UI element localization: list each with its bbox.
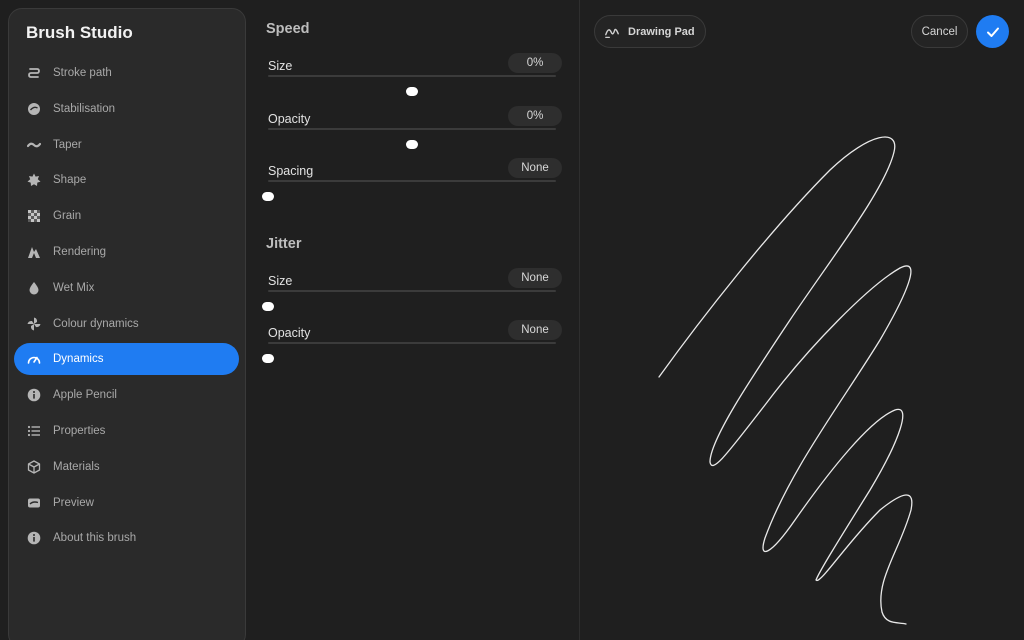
sidebar-item-label: Colour dynamics: [53, 317, 139, 330]
cancel-button[interactable]: Cancel: [911, 15, 968, 48]
sidebar-item-label: Wet Mix: [53, 281, 95, 294]
jitter-size-value[interactable]: None: [508, 268, 562, 288]
sidebar-item-wet-mix[interactable]: Wet Mix: [14, 272, 239, 304]
jitter-size-label: Size: [268, 274, 293, 288]
section-title-speed: Speed: [266, 21, 310, 37]
jitter-opacity-slider-thumb[interactable]: [262, 354, 274, 363]
sidebar: Brush Studio Stroke path Stabilisation T…: [8, 8, 246, 640]
jitter-opacity-slider[interactable]: [262, 342, 556, 363]
sidebar-item-label: Dynamics: [53, 353, 104, 366]
sidebar-item-label: Stabilisation: [53, 102, 116, 115]
stroke-path-icon: [26, 65, 42, 81]
colour-dynamics-icon: [26, 316, 42, 332]
speed-spacing-value[interactable]: None: [508, 158, 562, 178]
jitter-opacity-value[interactable]: None: [508, 320, 562, 340]
drawing-pad-label: Drawing Pad: [628, 25, 695, 38]
sidebar-item-preview[interactable]: Preview: [14, 487, 239, 519]
speed-spacing-slider-thumb[interactable]: [262, 192, 274, 201]
drawing-pad-button[interactable]: Drawing Pad: [594, 15, 706, 48]
about-info-icon: [26, 530, 42, 546]
jitter-size-row: Size None: [262, 268, 562, 314]
speed-opacity-slider-thumb[interactable]: [406, 140, 418, 149]
sidebar-item-label: Properties: [53, 424, 106, 437]
sidebar-item-label: Shape: [53, 174, 87, 187]
sidebar-item-dynamics[interactable]: Dynamics: [14, 343, 239, 376]
materials-cube-icon: [26, 459, 42, 475]
dynamics-icon: [26, 351, 42, 367]
grain-icon: [26, 208, 42, 224]
jitter-size-slider-thumb[interactable]: [262, 302, 274, 311]
sidebar-item-label: Taper: [53, 138, 82, 151]
speed-size-label: Size: [268, 59, 293, 73]
settings-panel: Speed Size 0% Opacity 0% Spacing None Ji…: [246, 0, 580, 640]
preview-icon: [26, 495, 42, 511]
section-title-jitter: Jitter: [266, 236, 302, 252]
jitter-opacity-row: Opacity None: [262, 320, 562, 366]
stabilisation-icon: [26, 101, 42, 117]
rendering-icon: [26, 244, 42, 260]
properties-list-icon: [26, 423, 42, 439]
apple-pencil-info-icon: [26, 387, 42, 403]
drawing-canvas[interactable]: Drawing Pad Cancel: [580, 0, 1024, 640]
speed-opacity-value[interactable]: 0%: [508, 106, 562, 126]
sidebar-item-about-this-brush[interactable]: About this brush: [14, 522, 239, 554]
sidebar-item-label: Apple Pencil: [53, 389, 117, 402]
sidebar-item-grain[interactable]: Grain: [14, 200, 239, 232]
speed-spacing-slider[interactable]: [262, 180, 556, 201]
sidebar-item-stabilisation[interactable]: Stabilisation: [14, 93, 239, 125]
sidebar-item-label: Rendering: [53, 245, 107, 258]
sidebar-item-shape[interactable]: Shape: [14, 164, 239, 196]
speed-size-slider-thumb[interactable]: [406, 87, 418, 96]
sidebar-item-label: Stroke path: [53, 67, 112, 79]
speed-size-row: Size 0%: [268, 53, 562, 99]
sidebar-item-label: Materials: [53, 460, 100, 473]
sidebar-item-rendering[interactable]: Rendering: [14, 236, 239, 268]
drawing-pad-icon: [603, 23, 621, 41]
speed-opacity-row: Opacity 0%: [268, 106, 562, 152]
sidebar-item-stroke-path[interactable]: Stroke path: [14, 57, 239, 89]
sidebar-item-apple-pencil[interactable]: Apple Pencil: [14, 379, 239, 411]
sidebar-item-colour-dynamics[interactable]: Colour dynamics: [14, 308, 239, 340]
wet-mix-icon: [26, 280, 42, 296]
confirm-button[interactable]: [976, 15, 1009, 48]
speed-size-value[interactable]: 0%: [508, 53, 562, 73]
sidebar-list: Stroke path Stabilisation Taper Shape Gr…: [9, 57, 245, 558]
sidebar-title: Brush Studio: [26, 23, 133, 42]
sidebar-item-label: Preview: [53, 496, 94, 509]
sidebar-item-label: Grain: [53, 210, 82, 223]
shape-icon: [26, 172, 42, 188]
speed-opacity-label: Opacity: [268, 112, 311, 126]
jitter-size-slider[interactable]: [262, 290, 556, 311]
speed-size-slider[interactable]: [268, 75, 556, 96]
taper-icon: [26, 137, 42, 153]
sidebar-item-taper[interactable]: Taper: [14, 129, 239, 161]
brush-stroke-preview: [658, 136, 913, 625]
jitter-opacity-label: Opacity: [268, 326, 311, 340]
speed-spacing-row: Spacing None: [262, 158, 562, 204]
sidebar-item-properties[interactable]: Properties: [14, 415, 239, 447]
speed-spacing-label: Spacing: [268, 164, 314, 178]
sidebar-item-label: About this brush: [53, 532, 137, 545]
speed-opacity-slider[interactable]: [268, 128, 556, 149]
sidebar-item-materials[interactable]: Materials: [14, 451, 239, 483]
checkmark-icon: [986, 27, 999, 37]
